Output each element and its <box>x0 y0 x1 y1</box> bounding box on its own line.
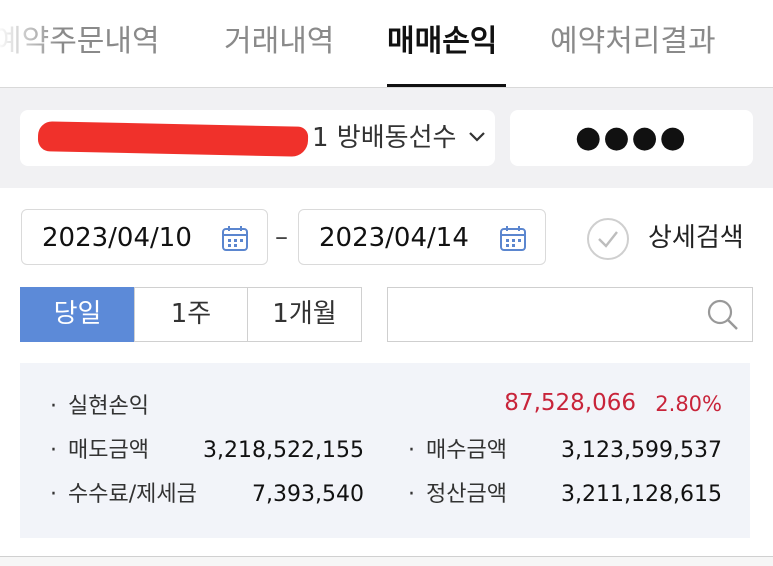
bullet: · <box>50 482 57 507</box>
search-input[interactable] <box>387 287 753 342</box>
tab-reservation-results[interactable]: 예약처리결과 <box>550 22 716 62</box>
realized-pnl-value: 87,528,066 <box>504 390 636 416</box>
end-date-value: 2023/04/14 <box>319 223 469 253</box>
account-selector[interactable]: 255 1 방배동선수 <box>20 110 495 166</box>
period-1month-button[interactable]: 1개월 <box>247 287 362 342</box>
buy-amount-value: 3,123,599,537 <box>561 438 722 463</box>
check-circle-icon[interactable] <box>586 217 630 261</box>
pnl-summary-panel: · 실현손익 87,528,066 2.80% · 매도금액 3,218,522… <box>20 363 750 538</box>
bullet: · <box>408 482 415 507</box>
account-password-field[interactable]: ●●●● <box>510 110 753 166</box>
period-1week-button[interactable]: 1주 <box>134 287 248 342</box>
settlement-amount-label: 정산금액 <box>426 482 507 507</box>
redaction-mark <box>37 121 309 157</box>
tab-bar: 예약주문내역 거래내역 매매손익 예약처리결과 <box>0 0 773 88</box>
fee-tax-label: 수수료/제세금 <box>68 482 197 507</box>
period-today-button[interactable]: 당일 <box>20 287 135 342</box>
fee-tax-value: 7,393,540 <box>252 482 364 507</box>
chevron-down-icon <box>469 132 485 142</box>
tab-reservation-orders[interactable]: 예약주문내역 <box>0 22 160 62</box>
detail-search-label[interactable]: 상세검색 <box>648 222 744 254</box>
calendar-icon <box>500 226 526 251</box>
tab-transactions[interactable]: 거래내역 <box>224 22 334 62</box>
sell-amount-value: 3,218,522,155 <box>203 438 364 463</box>
date-range-separator: – <box>275 222 288 252</box>
account-section: 255 1 방배동선수 ●●●● <box>0 88 773 188</box>
search-icon[interactable] <box>706 298 740 332</box>
start-date-value: 2023/04/10 <box>42 223 192 253</box>
end-date-input[interactable]: 2023/04/14 <box>298 209 546 265</box>
buy-amount-label: 매수금액 <box>426 438 507 463</box>
sell-amount-label: 매도금액 <box>68 438 149 463</box>
realized-pnl-label: 실현손익 <box>68 394 149 419</box>
account-name: 1 방배동선수 <box>312 123 457 153</box>
bullet: · <box>50 394 57 419</box>
realized-pnl-rate: 2.80% <box>655 392 722 416</box>
calendar-icon <box>222 226 248 251</box>
settlement-amount-value: 3,211,128,615 <box>561 482 722 507</box>
start-date-input[interactable]: 2023/04/10 <box>21 209 268 265</box>
bullet: · <box>408 438 415 463</box>
list-top-divider <box>0 556 773 566</box>
bullet: · <box>50 438 57 463</box>
tab-trading-pnl[interactable]: 매매손익 <box>387 22 497 62</box>
